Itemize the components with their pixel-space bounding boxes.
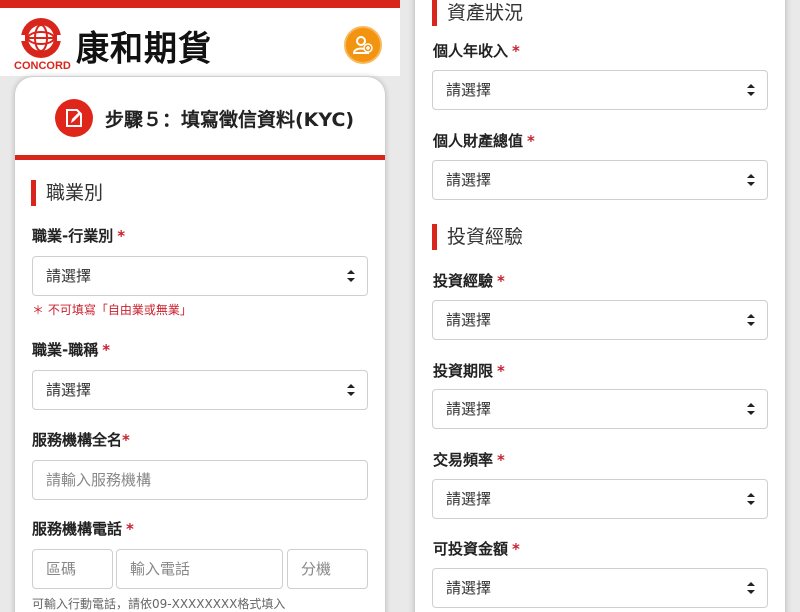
experience-select[interactable]: 請選擇	[432, 300, 768, 340]
amount-label: 可投資金額 *	[433, 540, 520, 558]
site-header: CONCORD 康和期貨	[0, 8, 400, 76]
area-code-input[interactable]: 區碼	[32, 549, 113, 589]
kyc-form-card: 步驟５：填寫徵信資料(KYC) 職業別 職業-行業別 * 請選擇 ＊ 不可填寫「自…	[15, 77, 385, 612]
user-account-button[interactable]	[344, 26, 382, 64]
section-title-assets: 資產狀況	[432, 0, 523, 26]
select-arrows-icon	[747, 314, 755, 326]
right-panel: 資產狀況 個人年收入 * 請選擇 個人財產總值 * 請選擇 投資經驗 投資經驗 * 請…	[400, 0, 800, 612]
job-title-label: 職業-職稱 *	[32, 341, 111, 359]
concord-logo[interactable]: CONCORD	[14, 16, 71, 76]
industry-label: 職業-行業別 *	[32, 227, 126, 245]
select-arrows-icon	[747, 493, 755, 505]
experience-label: 投資經驗 *	[433, 272, 505, 290]
top-accent-bar	[0, 0, 400, 8]
select-arrows-icon	[747, 174, 755, 186]
institution-input[interactable]: 請輸入服務機構	[32, 460, 368, 500]
concord-logo-icon	[19, 18, 63, 58]
section-title-occupation: 職業別	[31, 180, 103, 206]
frequency-select[interactable]: 請選擇	[432, 479, 768, 519]
period-label: 投資期限 *	[433, 362, 505, 380]
edit-document-icon	[55, 99, 93, 137]
frequency-label: 交易頻率 *	[433, 451, 505, 469]
annual-income-label: 個人年收入 *	[433, 42, 520, 60]
phone-label: 服務機構電話 *	[32, 520, 134, 538]
kyc-form-card-continued: 資產狀況 個人年收入 * 請選擇 個人財產總值 * 請選擇 投資經驗 投資經驗 * 請…	[415, 0, 785, 612]
step-header: 步驟５：填寫徵信資料(KYC)	[15, 77, 385, 160]
select-arrows-icon	[747, 403, 755, 415]
brand-name: 康和期貨	[76, 28, 212, 70]
step-title: 步驟５：填寫徵信資料(KYC)	[105, 109, 355, 131]
extension-input[interactable]: 分機	[287, 549, 368, 589]
left-panel: CONCORD 康和期貨 步驟５：填寫徵信資料(KYC) 職業別 職業-行業別	[0, 0, 400, 612]
period-select[interactable]: 請選擇	[432, 389, 768, 429]
select-arrows-icon	[347, 270, 355, 282]
select-arrows-icon	[347, 384, 355, 396]
amount-select[interactable]: 請選擇	[432, 568, 768, 608]
select-arrows-icon	[747, 84, 755, 96]
section-title-investment: 投資經驗	[432, 224, 523, 250]
phone-note: 可輸入行動電話，請依09-XXXXXXXX格式填入	[32, 597, 286, 611]
total-assets-label: 個人財產總值 *	[433, 132, 535, 150]
user-group-icon	[352, 36, 373, 54]
industry-note: ＊ 不可填寫「自由業或無業」	[32, 303, 192, 317]
logo-text: CONCORD	[14, 60, 71, 72]
phone-number-input[interactable]: 輸入電話	[116, 549, 283, 589]
institution-label: 服務機構全名*	[32, 431, 130, 449]
select-arrows-icon	[747, 582, 755, 594]
industry-select[interactable]: 請選擇	[32, 256, 368, 296]
annual-income-select[interactable]: 請選擇	[432, 70, 768, 110]
job-title-select[interactable]: 請選擇	[32, 370, 368, 410]
total-assets-select[interactable]: 請選擇	[432, 160, 768, 200]
